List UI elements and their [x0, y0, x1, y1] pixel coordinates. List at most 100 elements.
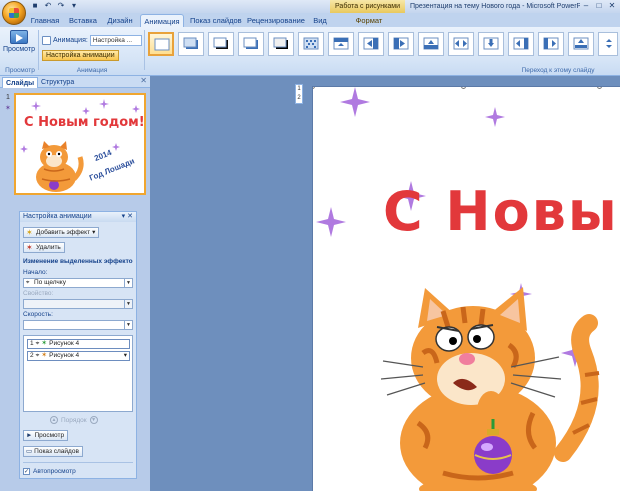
- play-button[interactable]: ► Просмотр: [23, 430, 69, 441]
- thumbnail-title: С Новым годом!: [24, 115, 145, 130]
- remove-button[interactable]: ✶ Удалить: [23, 242, 65, 253]
- speed-dropdown[interactable]: ▼: [23, 320, 133, 330]
- transition-fade-black-icon: [213, 37, 228, 49]
- autopreview-checkbox[interactable]: ✓: [23, 468, 30, 475]
- transition-wipe-up[interactable]: [418, 32, 444, 56]
- transition-fade-smooth[interactable]: [178, 32, 204, 56]
- transition-cut[interactable]: [238, 32, 264, 56]
- slideshow-button[interactable]: ▭ Показ слайдов: [23, 446, 83, 457]
- remove-effect-star-icon: ✶: [26, 242, 33, 252]
- slides-pane-tabs: Слайды Структура ✕: [0, 76, 150, 88]
- pane-menu-icon[interactable]: ▾: [122, 213, 126, 220]
- animation-row: Анимация: Настройка ...: [42, 34, 142, 46]
- transition-push-up[interactable]: [568, 32, 594, 56]
- custom-animation-pane: Настройка анимации ▾ ✕ ✶ Добавить эффект…: [19, 211, 137, 479]
- transition-gallery-more[interactable]: [598, 32, 618, 56]
- list-item[interactable]: 1 ⌖ ✶ Рисунок 4: [27, 339, 130, 349]
- start-label: Начало:: [23, 269, 48, 276]
- transition-wipe-up-icon: [423, 37, 439, 50]
- transition-dissolve[interactable]: [298, 32, 324, 56]
- add-effect-button[interactable]: ✶ Добавить эффект ▾: [23, 227, 100, 238]
- transition-dissolve-icon: [303, 37, 319, 50]
- tab-view[interactable]: Вид: [310, 14, 330, 27]
- emphasis-effect-star-icon: ✶: [41, 352, 48, 359]
- tab-format[interactable]: Формат: [352, 14, 386, 27]
- modify-effect-heading: Изменение выделенных эффекто: [23, 258, 133, 265]
- redo-icon[interactable]: ↷: [56, 1, 66, 11]
- preview-button[interactable]: Просмотр: [3, 30, 35, 64]
- transition-push-down[interactable]: [478, 32, 504, 56]
- speed-label: Скорость:: [23, 311, 53, 318]
- slide-thumbnail[interactable]: С Новым годом! 2014 Год Лошади: [14, 93, 146, 195]
- transition-cut-black[interactable]: [268, 32, 294, 56]
- transition-push-right-icon: [543, 37, 559, 50]
- reorder-label: Порядок: [61, 416, 87, 424]
- tab-home[interactable]: Главная: [30, 14, 60, 27]
- transition-push-left[interactable]: [508, 32, 534, 56]
- customize-qat-icon[interactable]: ▾: [69, 1, 79, 11]
- chevron-down-icon[interactable]: ▾: [124, 352, 127, 360]
- reorder-controls: ▲ Порядок ▼: [50, 416, 98, 424]
- transition-wipe-down[interactable]: [328, 32, 354, 56]
- transition-split[interactable]: [448, 32, 474, 56]
- entrance-effect-star-icon: ✶: [41, 340, 48, 347]
- tab-design[interactable]: Дизайн: [106, 14, 134, 27]
- animation-icon: [42, 35, 51, 45]
- play-label: Просмотр: [34, 432, 65, 439]
- mouse-click-icon: ⌖: [26, 280, 30, 286]
- list-item[interactable]: 2 ⌖ ✶ Рисунок 4 ▾: [27, 351, 130, 361]
- transition-cut-icon: [243, 37, 258, 49]
- tab-outline[interactable]: Структура: [38, 77, 77, 88]
- minimize-icon[interactable]: –: [580, 0, 592, 11]
- animation-effects-list: 1 ⌖ ✶ Рисунок 4 2 ⌖ ✶ Рисунок 4 ▾: [23, 335, 133, 412]
- move-up-icon[interactable]: ▲: [50, 416, 58, 424]
- transition-push-down-icon: [483, 37, 499, 50]
- tab-animation[interactable]: Анимация: [140, 14, 184, 27]
- property-label: Свойство:: [23, 290, 54, 297]
- chevron-down-icon: ▼: [124, 279, 132, 287]
- transition-none[interactable]: [148, 32, 174, 56]
- group-separator: [144, 30, 145, 70]
- tab-slideshow[interactable]: Показ слайдов: [190, 14, 242, 27]
- transition-push-right[interactable]: [538, 32, 564, 56]
- list-item-number: 1: [30, 340, 34, 347]
- transition-gallery: [146, 29, 620, 65]
- slides-pane: Слайды Структура ✕ 1 ✶ С Новым годом! 20…: [0, 76, 150, 491]
- tab-insert[interactable]: Вставка: [66, 14, 100, 27]
- close-icon[interactable]: ✕: [127, 213, 133, 220]
- transition-wipe-left[interactable]: [358, 32, 384, 56]
- tab-review[interactable]: Рецензирование: [246, 14, 306, 27]
- autopreview-option: ✓ Автопросмотр: [23, 468, 76, 475]
- move-down-icon[interactable]: ▼: [89, 416, 98, 424]
- transition-fade-black[interactable]: [208, 32, 234, 56]
- window-title: Презентация на тему Нового года - Micros…: [410, 3, 580, 10]
- transition-none-icon: [154, 38, 170, 51]
- transition-push-left-icon: [513, 37, 529, 50]
- list-item-label: Рисунок 4: [49, 340, 80, 347]
- mouse-click-icon: ⌖: [35, 352, 40, 359]
- slideshow-label: Показ слайдов: [34, 448, 79, 455]
- transition-wipe-right[interactable]: [388, 32, 414, 56]
- office-button-icon[interactable]: [2, 1, 26, 25]
- maximize-icon[interactable]: □: [593, 0, 605, 11]
- animation-dropdown[interactable]: Настройка ...: [89, 34, 142, 46]
- group-separator: [38, 30, 39, 70]
- cat-with-ornament-image[interactable]: [363, 283, 603, 491]
- transition-fade-icon: [183, 37, 198, 49]
- close-icon[interactable]: ✕: [140, 76, 147, 85]
- add-effect-star-icon: ✶: [26, 227, 33, 237]
- chevron-down-icon: ▼: [124, 321, 132, 329]
- slide-title[interactable]: С Новым: [383, 180, 620, 243]
- slide-number: 1: [6, 94, 10, 101]
- custom-animation-button[interactable]: Настройка анимации: [42, 49, 119, 61]
- remove-label: Удалить: [36, 244, 61, 251]
- start-dropdown[interactable]: ⌖ По щелчку ▼: [23, 278, 133, 288]
- tab-slides[interactable]: Слайды: [2, 77, 39, 88]
- close-icon[interactable]: ✕: [606, 0, 618, 11]
- save-icon[interactable]: ■: [30, 1, 40, 11]
- group-label-transition: Переход к этому слайду: [521, 67, 595, 74]
- undo-icon[interactable]: ↶: [43, 1, 53, 11]
- animation-label: Анимация:: [53, 36, 88, 44]
- divider: [23, 462, 133, 463]
- slide-canvas[interactable]: С Новым: [312, 86, 620, 491]
